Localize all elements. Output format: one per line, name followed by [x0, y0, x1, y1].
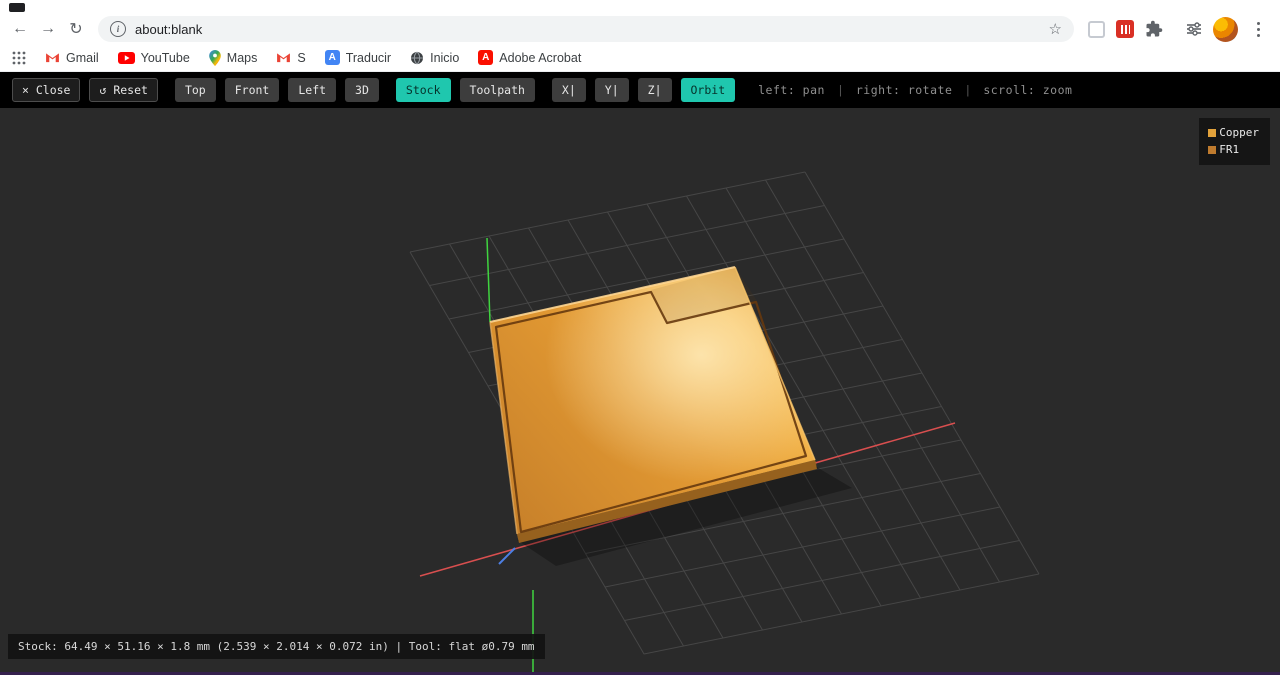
- screen: ← → ↻ i about:blank ☆ Gmail YouTube Maps…: [0, 0, 1280, 675]
- bookmark-maps[interactable]: Maps: [208, 49, 258, 66]
- browser-toolbar: ← → ↻ i about:blank ☆: [0, 14, 1280, 44]
- cam-toolbar: × Close ↺ Reset Top Front Left 3D Stock …: [0, 72, 1280, 108]
- axis-y-button[interactable]: Y|: [594, 78, 629, 102]
- scene-canvas: [409, 171, 1040, 672]
- legend-label: FR1: [1219, 143, 1240, 157]
- hint-left-pan: left: pan: [758, 83, 825, 97]
- tab-favicon[interactable]: [9, 3, 25, 12]
- bookmarks-bar: Gmail YouTube Maps S A Traducir Inicio A…: [0, 44, 1280, 72]
- page-info-icon[interactable]: i: [110, 21, 126, 37]
- material-legend: Copper FR1: [1199, 118, 1270, 166]
- red-extension-icon[interactable]: [1116, 20, 1134, 38]
- extensions-puzzle-icon[interactable]: [1145, 20, 1163, 38]
- apps-grid-icon[interactable]: [12, 51, 26, 65]
- bookmark-s[interactable]: S: [276, 50, 306, 65]
- view-top-button[interactable]: Top: [174, 78, 216, 102]
- view-front-button[interactable]: Front: [224, 78, 280, 102]
- view-left-button[interactable]: Left: [288, 78, 337, 102]
- url-text[interactable]: about:blank: [135, 22, 1040, 37]
- reset-button[interactable]: ↺ Reset: [89, 78, 158, 102]
- viewport-3d[interactable]: Copper FR1 Stock: 64.49 × 51.16 × 1.8 mm…: [0, 108, 1280, 672]
- stock-status-text: Stock: 64.49 × 51.16 × 1.8 mm (2.539 × 2…: [18, 640, 535, 653]
- view-3d-button[interactable]: 3D: [345, 78, 379, 102]
- hint-separator: |: [964, 83, 972, 97]
- copper-swatch: [1208, 128, 1217, 137]
- youtube-icon: [117, 51, 135, 64]
- toolbar-right-icons: [1082, 16, 1274, 42]
- axis-z-button[interactable]: Z|: [637, 78, 672, 102]
- maps-pin-icon: [208, 49, 221, 66]
- inactive-extension-icon[interactable]: [1088, 20, 1105, 38]
- reload-icon[interactable]: ↻: [62, 16, 90, 42]
- axis-x-button[interactable]: X|: [551, 78, 586, 102]
- bookmark-label: S: [297, 50, 306, 65]
- bookmark-label: Traducir: [345, 50, 392, 65]
- toolpath-button[interactable]: Toolpath: [459, 78, 535, 102]
- translate-icon: A: [324, 50, 340, 65]
- bookmark-label: Gmail: [66, 50, 99, 65]
- bookmark-traducir[interactable]: A Traducir: [324, 50, 392, 65]
- tab-strip: [0, 0, 1280, 14]
- profile-avatar[interactable]: [1213, 16, 1238, 42]
- bookmark-label: YouTube: [140, 50, 190, 65]
- legend-label: Copper: [1219, 126, 1259, 139]
- stock-button[interactable]: Stock: [395, 78, 451, 102]
- tune-icon[interactable]: [1186, 22, 1202, 36]
- bookmark-youtube[interactable]: YouTube: [117, 50, 190, 65]
- forward-icon[interactable]: →: [34, 16, 62, 42]
- stock-status-bar: Stock: 64.49 × 51.16 × 1.8 mm (2.539 × 2…: [8, 634, 545, 659]
- close-button[interactable]: × Close: [12, 78, 81, 102]
- fr1-swatch: [1208, 145, 1217, 154]
- legend-row-copper: Copper: [1208, 124, 1259, 141]
- orbit-button[interactable]: Orbit: [680, 78, 736, 102]
- hint-right-rotate: right: rotate: [855, 83, 953, 97]
- address-bar[interactable]: i about:blank ☆: [98, 16, 1074, 42]
- browser-menu-icon[interactable]: [1249, 18, 1268, 41]
- bookmark-label: Adobe Acrobat: [499, 50, 582, 65]
- hint-scroll-zoom: scroll: zoom: [983, 83, 1073, 97]
- bookmark-label: Inicio: [430, 50, 460, 65]
- back-icon[interactable]: ←: [6, 16, 34, 42]
- bookmark-gmail[interactable]: Gmail: [45, 51, 99, 65]
- bookmark-acrobat[interactable]: A Adobe Acrobat: [478, 50, 581, 65]
- hint-separator: |: [836, 83, 844, 97]
- legend-row-fr1: FR1: [1208, 141, 1259, 158]
- mouse-hints: left: pan | right: rotate | scroll: zoom: [758, 83, 1072, 97]
- gmail-icon: [276, 52, 291, 63]
- bookmark-label: Maps: [226, 50, 258, 65]
- gmail-icon: [45, 52, 60, 63]
- extension-mark: [1120, 24, 1130, 34]
- acrobat-icon: A: [478, 50, 494, 65]
- bookmark-star-icon[interactable]: ☆: [1049, 20, 1062, 38]
- bookmark-inicio[interactable]: Inicio: [410, 51, 459, 65]
- globe-icon: [410, 51, 424, 65]
